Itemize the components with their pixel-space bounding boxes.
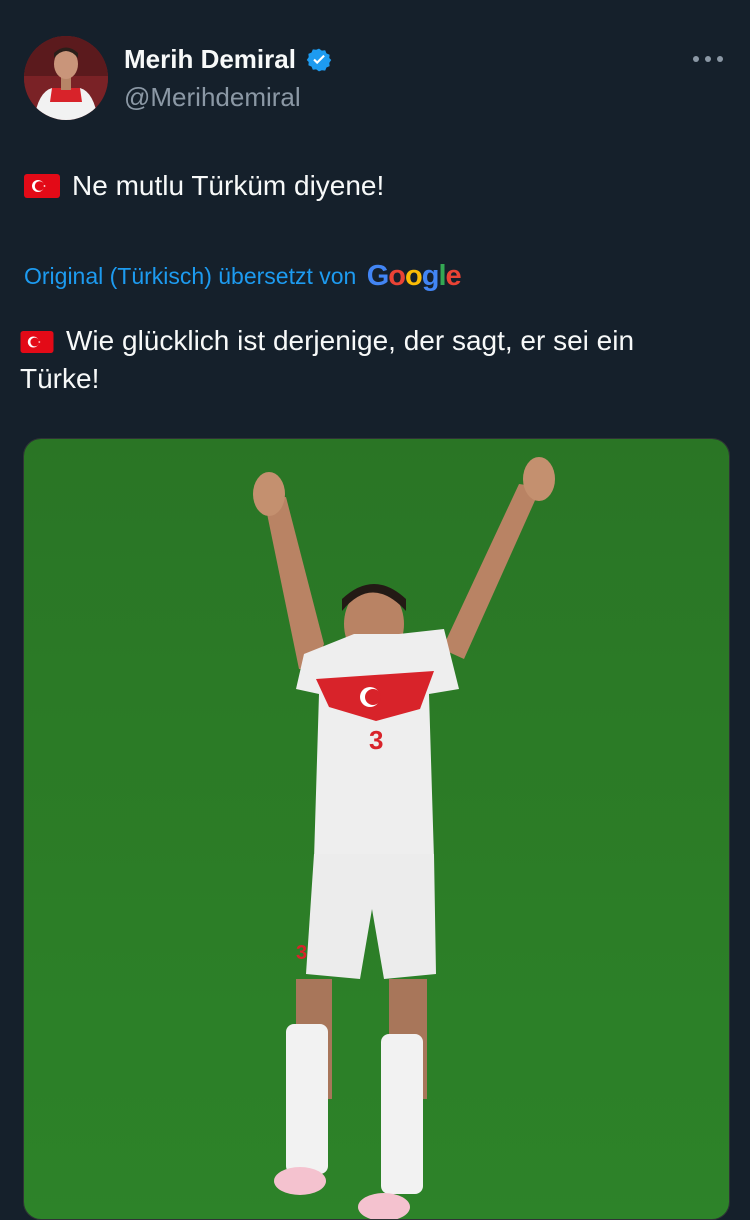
tweet-text: Ne mutlu Türküm diyene! <box>24 170 384 202</box>
translation-attribution[interactable]: Original (Türkisch) übersetzt von Google <box>24 260 462 293</box>
more-options-icon[interactable] <box>690 46 726 72</box>
football-player-photo: 3 3 <box>24 439 729 1219</box>
translation-label[interactable]: Original (Türkisch) übersetzt von <box>24 263 356 289</box>
tweet-body: Ne mutlu Türküm diyene! <box>72 170 385 201</box>
user-handle[interactable]: @Merihdemiral <box>124 82 301 113</box>
translated-body: Wie glücklich ist derjenige, der sagt, e… <box>20 325 635 394</box>
tweet-header: Merih Demiral @Merihdemiral <box>24 36 726 122</box>
tweet-media-image[interactable]: 3 3 <box>23 438 730 1220</box>
svg-text:3: 3 <box>296 942 307 964</box>
translated-text: Wie glücklich ist derjenige, der sagt, e… <box>20 322 710 398</box>
display-name[interactable]: Merih Demiral <box>124 44 296 75</box>
avatar[interactable] <box>24 36 108 120</box>
turkey-flag-icon <box>24 174 60 198</box>
verified-badge-icon <box>307 48 332 71</box>
svg-text:3: 3 <box>369 725 383 755</box>
turkey-flag-icon <box>20 331 54 353</box>
google-logo: Google <box>366 260 462 292</box>
